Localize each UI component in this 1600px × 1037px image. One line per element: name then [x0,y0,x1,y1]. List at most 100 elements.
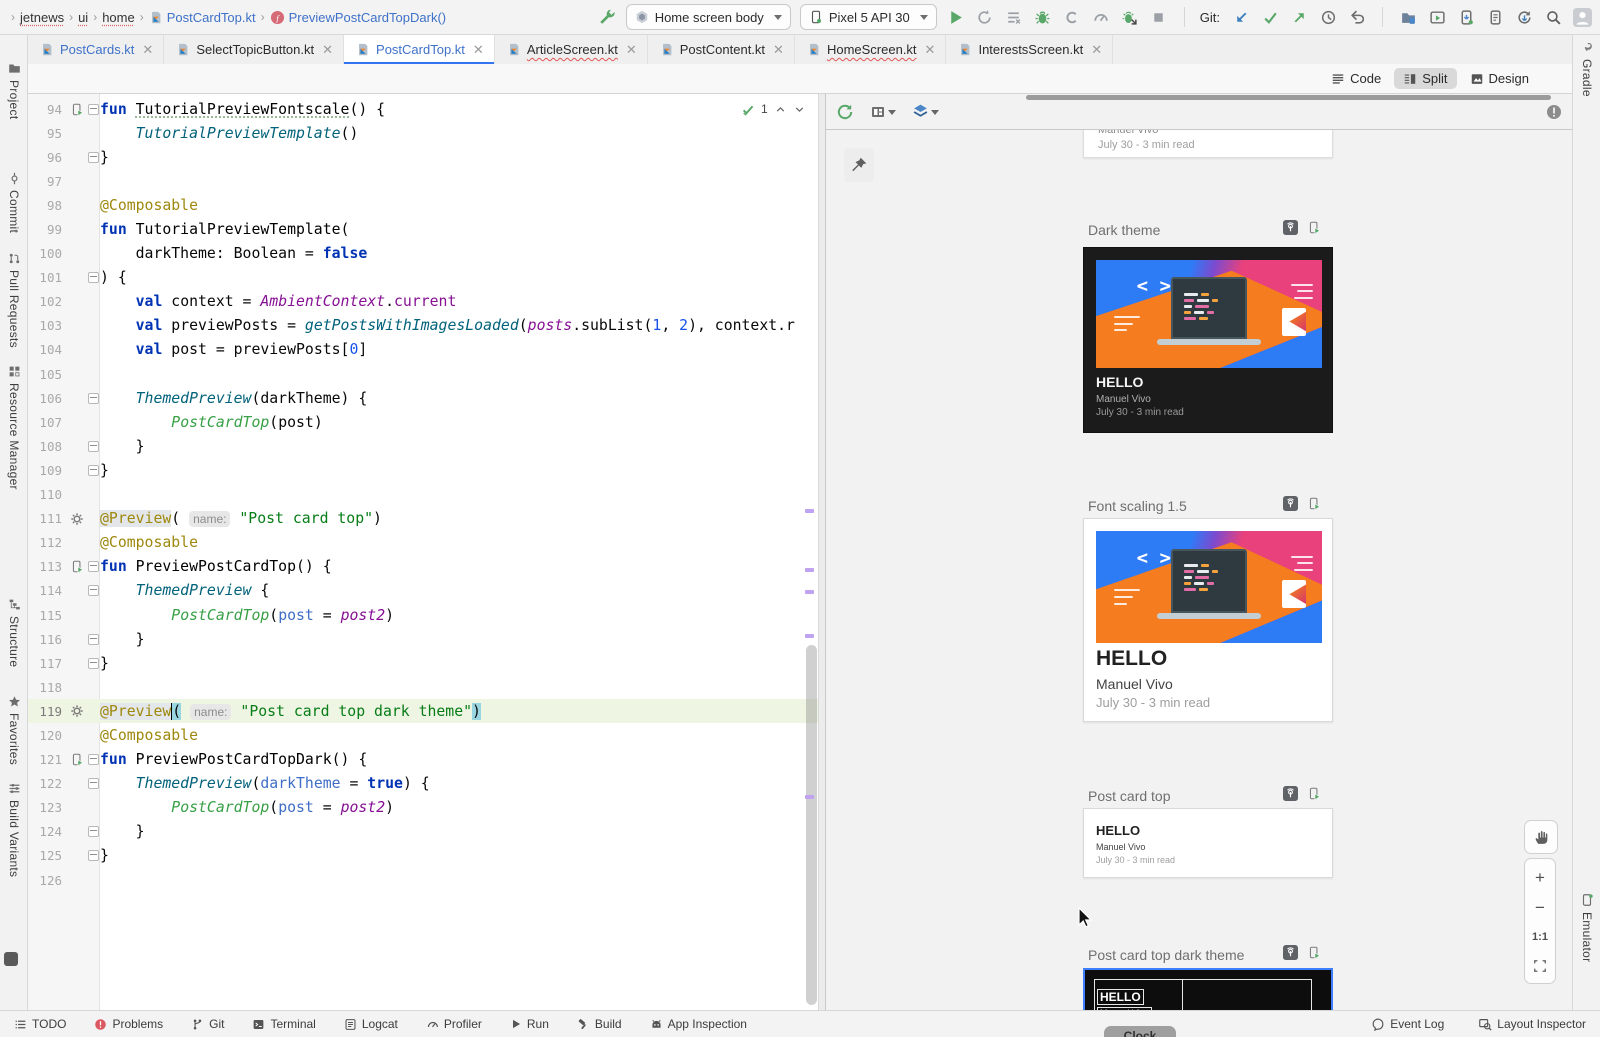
sdk-manager-icon[interactable] [1485,7,1505,27]
profile-app-icon[interactable] [1062,7,1082,27]
preview-card-dark-image[interactable]: < >HELLOManuel VivoJuly 30 - 3 min read [1083,247,1333,433]
close-icon[interactable]: ✕ [322,42,333,58]
wrench-icon[interactable] [597,7,617,27]
deploy-preview-icon[interactable] [1308,496,1321,511]
fold-marker[interactable] [86,152,100,163]
editor-tab-postcardtop-kt[interactable]: PostCardTop.kt ✕ [344,35,495,64]
rollback-icon[interactable] [1347,7,1367,27]
close-icon[interactable]: ✕ [773,42,784,58]
interactive-preview-icon[interactable] [1283,786,1298,801]
preview-card-light-text[interactable]: HELLOManuel VivoJuly 30 - 3 min read [1083,808,1333,878]
device-manager-icon[interactable] [1456,7,1476,27]
view-mode-design[interactable]: Design [1461,68,1538,89]
editor-tab-interestsscreen-kt[interactable]: InterestsScreen.kt ✕ [946,35,1113,64]
close-icon[interactable]: ✕ [142,42,153,58]
tool-button-run[interactable]: Run [510,1017,549,1031]
apply-code-changes-icon[interactable] [1004,7,1024,27]
breadcrumb-item[interactable]: fPreviewPostCardTopDark() [270,10,447,25]
tool-button-profiler[interactable]: Profiler [426,1017,482,1031]
editor-preview-splitter[interactable] [818,94,826,1010]
sidebar-item-favorites[interactable]: Favorites [0,695,28,765]
interactive-preview-icon[interactable] [1283,496,1298,511]
run-button[interactable] [946,7,966,27]
gradle-sync-icon[interactable] [1514,7,1534,27]
run-preview-icon[interactable] [68,559,86,574]
sidebar-item-build-variants[interactable]: Build Variants [0,782,28,877]
avatar[interactable] [1572,7,1592,27]
breadcrumb-item[interactable]: jetnews [20,10,64,25]
fold-marker[interactable] [86,850,100,861]
avd-manager-icon[interactable] [1427,7,1447,27]
pan-tool-button[interactable] [1524,820,1558,854]
git-commit-icon[interactable] [1260,7,1280,27]
preview-layout-icon[interactable] [870,104,896,120]
breadcrumb-item[interactable]: ui [78,10,88,25]
stop-button[interactable] [1149,7,1169,27]
sidebar-item-pull-requests[interactable]: Pull Requests [0,252,28,348]
fold-marker[interactable] [86,634,100,645]
next-issue-icon[interactable] [793,103,806,116]
zoom-actual-button[interactable]: 1:1 [1532,929,1548,946]
run-preview-icon[interactable] [68,752,86,767]
fold-marker[interactable] [86,778,100,789]
breadcrumb-item[interactable]: home [102,10,135,25]
preview-card-partial[interactable]: Manuel Vivo July 30 - 3 min read [1083,130,1333,158]
fold-marker[interactable] [86,561,100,572]
device-file-explorer-icon[interactable] [1398,7,1418,27]
fold-marker[interactable] [86,441,100,452]
editor-scrollbar[interactable] [806,645,817,1005]
preview-settings-icon[interactable] [68,704,86,718]
editor-tab-homescreen-kt[interactable]: HomeScreen.kt ✕ [795,35,947,64]
sidebar-item-resource-manager[interactable]: Resource Manager [0,365,28,490]
deploy-preview-icon[interactable] [1308,786,1321,801]
deploy-preview-icon[interactable] [1308,945,1321,960]
tool-button-event-log[interactable]: Event Log [1371,1017,1444,1031]
fold-marker[interactable] [86,585,100,596]
run-configuration-select[interactable]: Home screen body [626,4,791,30]
preview-horizontal-scrollbar[interactable] [1026,95,1551,100]
tool-button-layout-inspector[interactable]: Layout Inspector [1478,1017,1586,1031]
tool-button-git[interactable]: Git [191,1017,224,1031]
sidebar-item-project[interactable]: Project [0,62,28,119]
tool-button-problems[interactable]: Problems [94,1017,163,1031]
preview-card-dark-bounds[interactable]: HELLOManuel Vivo [1083,968,1333,1010]
breadcrumb-item[interactable]: PostCardTop.kt [149,10,256,25]
attach-debugger-icon[interactable] [1120,7,1140,27]
git-push-icon[interactable] [1289,7,1309,27]
fold-marker[interactable] [86,465,100,476]
tool-button-app-inspection[interactable]: App Inspection [650,1017,747,1031]
close-icon[interactable]: ✕ [1091,42,1102,58]
zoom-out-button[interactable]: − [1535,899,1545,916]
sidebar-item-commit[interactable]: Commit [0,172,28,233]
tool-button-terminal[interactable]: Terminal [252,1017,315,1031]
view-mode-code[interactable]: Code [1322,68,1390,89]
interactive-preview-icon[interactable] [1283,220,1298,235]
view-mode-split[interactable]: Split [1394,68,1456,89]
editor-tab-postcontent-kt[interactable]: PostContent.kt ✕ [648,35,795,64]
history-icon[interactable] [1318,7,1338,27]
force-refresh-icon[interactable] [836,103,854,121]
sidebar-item-emulator[interactable]: Emulator [1573,893,1600,962]
layers-icon[interactable] [912,103,939,120]
tool-window-toggle-icon[interactable] [4,952,18,966]
editor-tab-postcards-kt[interactable]: PostCards.kt ✕ [28,35,164,64]
fold-marker[interactable] [86,393,100,404]
sidebar-item-gradle[interactable]: Gradle [1573,40,1600,97]
close-icon[interactable]: ✕ [473,42,484,58]
apply-changes-icon[interactable] [975,7,995,27]
fold-marker[interactable] [86,826,100,837]
preview-canvas[interactable]: Manuel Vivo July 30 - 3 min read Dark th… [826,130,1572,1010]
fold-marker[interactable] [86,754,100,765]
fold-marker[interactable] [86,272,100,283]
tool-button-logcat[interactable]: Logcat [344,1017,398,1031]
inspection-widget[interactable]: 1 [742,102,806,116]
interactive-preview-icon[interactable] [1283,945,1298,960]
deploy-preview-icon[interactable] [1308,220,1321,235]
code-editor[interactable]: 94fun TutorialPreviewFontscale() {95 Tut… [28,94,818,1010]
fold-marker[interactable] [86,104,100,115]
git-update-icon[interactable] [1231,7,1251,27]
sidebar-item-structure[interactable]: Structure [0,598,28,667]
gauge-icon[interactable] [1091,7,1111,27]
fold-marker[interactable] [86,658,100,669]
pin-icon[interactable] [844,148,874,182]
